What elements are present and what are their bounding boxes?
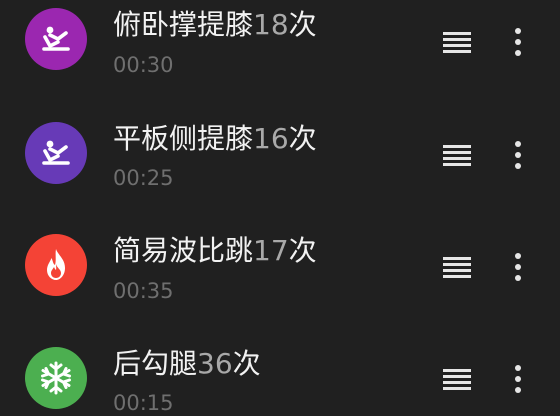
situp-icon [42,140,70,165]
exercise-count: 36 [197,347,233,380]
exercise-row[interactable]: 平板侧提膝16次 00:25 [0,100,560,210]
more-options-icon[interactable] [509,28,529,58]
exercise-unit: 次 [288,122,317,155]
drag-handle-icon[interactable] [443,369,471,391]
exercise-duration: 00:30 [113,53,174,77]
exercise-unit: 次 [288,234,317,267]
exercise-count: 17 [253,234,289,267]
more-options-icon[interactable] [509,141,529,171]
exercise-count: 16 [253,122,289,155]
exercise-avatar [25,122,87,184]
exercise-duration: 00:35 [113,279,174,303]
flame-icon [47,249,65,280]
drag-handle-icon[interactable] [443,32,471,54]
exercise-name: 简易波比跳 [113,234,254,267]
exercise-list: 俯卧撑提膝18次 00:30 平板侧提膝16次 00:25 简易波比跳17次 0… [0,0,560,416]
exercise-name: 后勾腿 [113,347,198,380]
exercise-row[interactable]: 俯卧撑提膝18次 00:30 [0,0,560,98]
more-options-icon[interactable] [509,365,529,395]
exercise-avatar [25,8,87,70]
exercise-name: 平板侧提膝 [113,122,254,155]
exercise-title: 俯卧撑提膝18次 [113,8,317,42]
situp-icon [42,26,70,51]
snowflake-icon [41,361,71,395]
more-options-icon[interactable] [509,253,529,283]
exercise-avatar [25,347,87,409]
exercise-title: 简易波比跳17次 [113,234,317,268]
drag-handle-icon[interactable] [443,145,471,167]
exercise-title: 后勾腿36次 [113,347,261,381]
drag-handle-icon[interactable] [443,257,471,279]
exercise-name: 俯卧撑提膝 [113,8,254,41]
exercise-row[interactable]: 简易波比跳17次 00:35 [0,212,560,322]
exercise-unit: 次 [288,8,317,41]
exercise-duration: 00:15 [113,391,174,415]
exercise-title: 平板侧提膝16次 [113,122,317,156]
exercise-duration: 00:25 [113,166,174,190]
exercise-count: 18 [253,8,289,41]
exercise-unit: 次 [232,347,261,380]
exercise-row[interactable]: 后勾腿36次 00:15 [0,325,560,416]
exercise-avatar [25,234,87,296]
